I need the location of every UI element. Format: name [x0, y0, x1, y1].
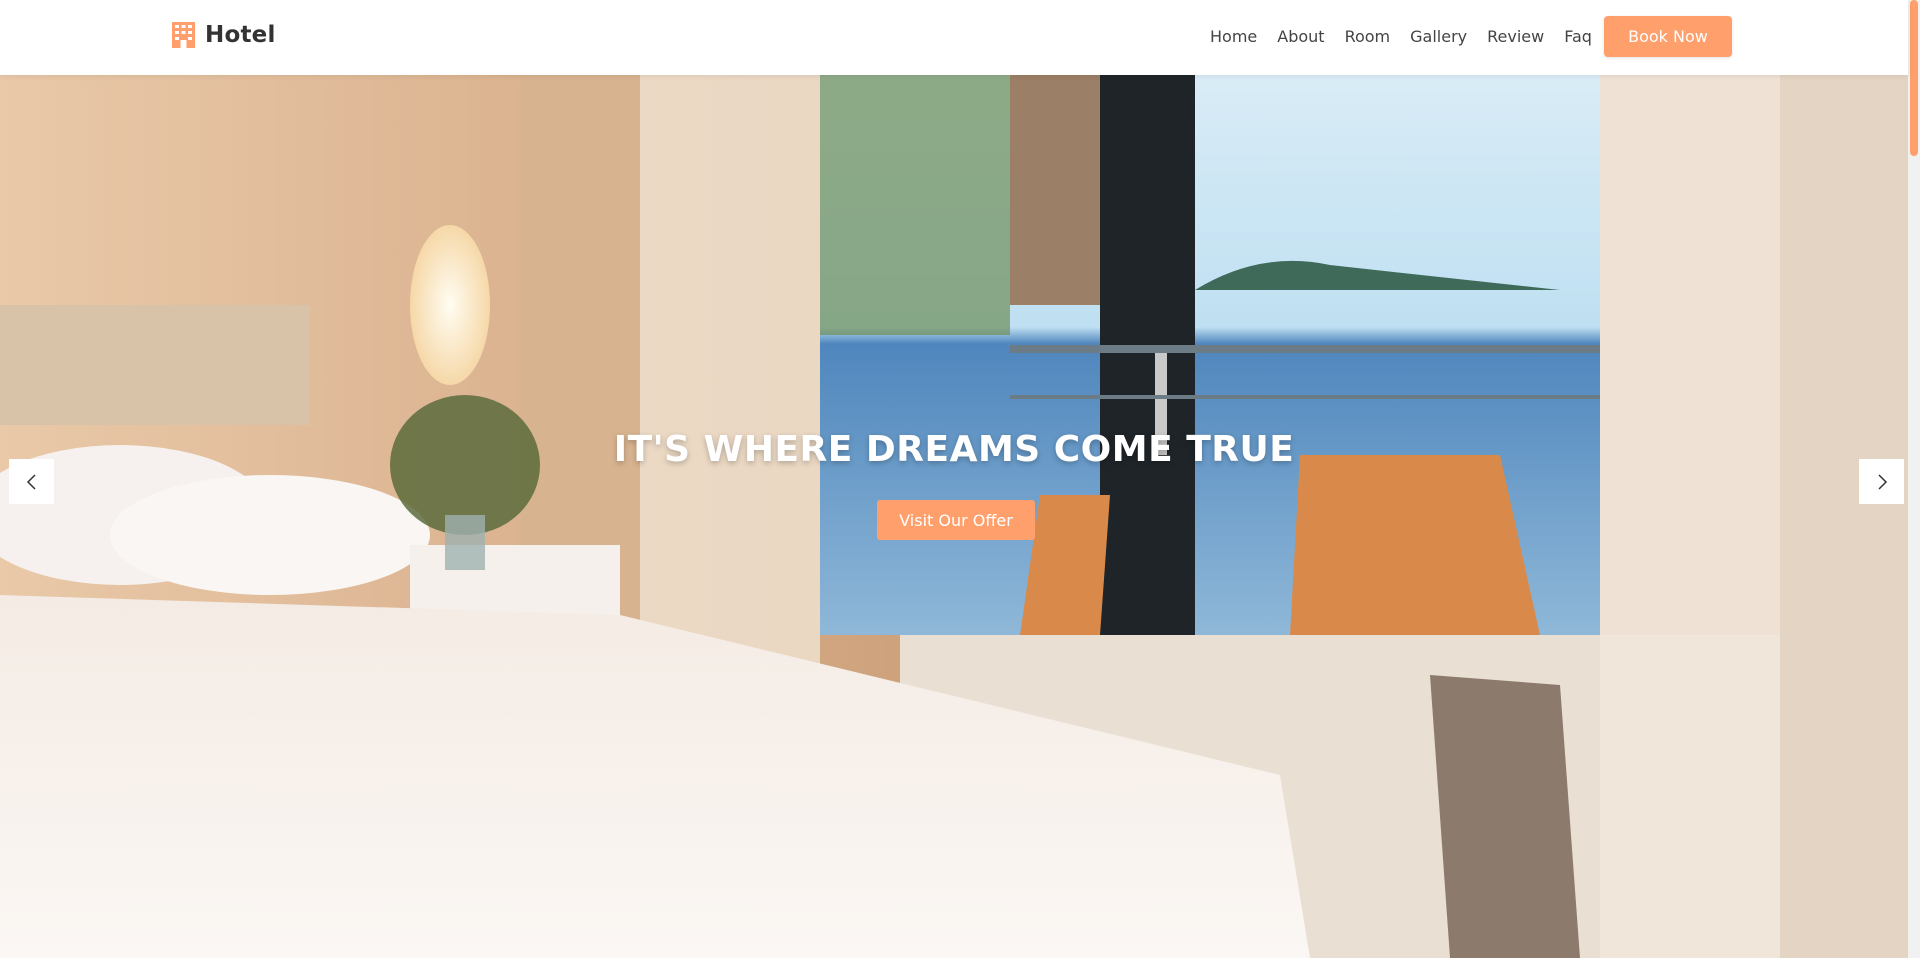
nav-link-gallery[interactable]: Gallery	[1410, 24, 1467, 50]
chevron-left-icon	[26, 473, 36, 490]
brand-name: Hotel	[205, 22, 276, 48]
nav-link-faq[interactable]: Faq	[1564, 24, 1592, 50]
book-now-button[interactable]: Book Now	[1604, 16, 1732, 57]
hotel-building-icon	[172, 22, 195, 48]
nav-link-review[interactable]: Review	[1487, 24, 1544, 50]
site-header: Hotel Home About Room Gallery Review Faq…	[0, 0, 1908, 75]
nav-link-home[interactable]: Home	[1210, 24, 1257, 50]
visit-offer-button[interactable]: Visit Our Offer	[877, 500, 1035, 540]
slider-prev-button[interactable]	[9, 459, 54, 504]
hero-title: IT'S WHERE DREAMS COME TRUE	[613, 429, 1295, 470]
nav-link-room[interactable]: Room	[1345, 24, 1391, 50]
chevron-right-icon	[1877, 473, 1887, 490]
nav-link-about[interactable]: About	[1277, 24, 1324, 50]
main-nav: Home About Room Gallery Review Faq	[1210, 24, 1592, 50]
slider-next-button[interactable]	[1859, 459, 1904, 504]
page-scrollbar[interactable]	[1908, 0, 1920, 958]
hero-slider: IT'S WHERE DREAMS COME TRUE Visit Our Of…	[0, 75, 1908, 958]
brand-logo[interactable]: Hotel	[172, 22, 276, 48]
scrollbar-thumb[interactable]	[1910, 0, 1918, 156]
